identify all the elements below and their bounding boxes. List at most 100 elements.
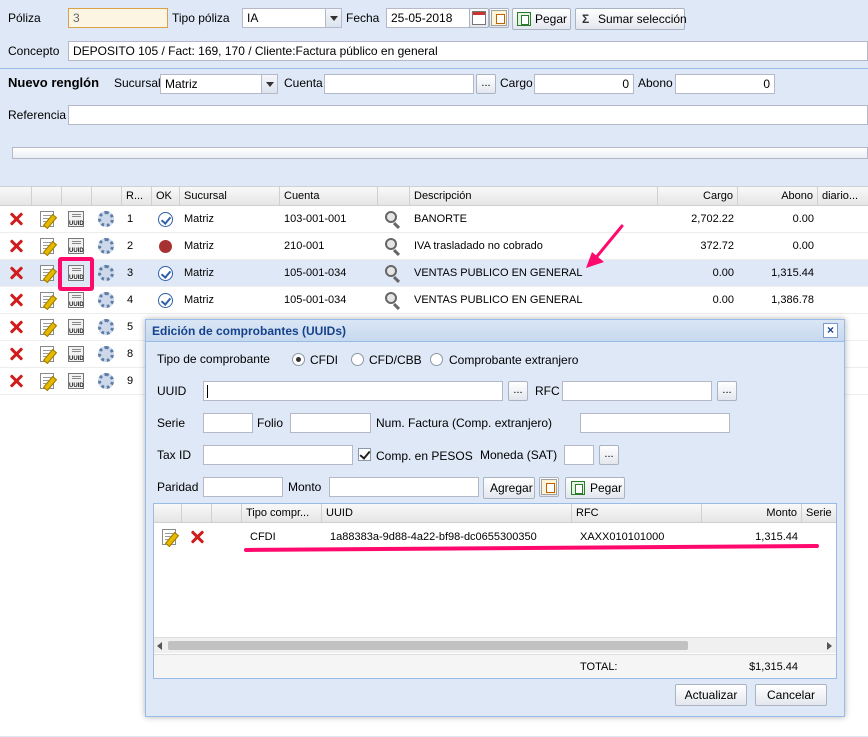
close-icon[interactable]: × xyxy=(823,323,838,338)
serie-input[interactable] xyxy=(203,413,253,433)
delete-icon[interactable] xyxy=(9,374,23,388)
cell-sucursal: Matriz xyxy=(184,294,214,306)
col-header-ok[interactable]: OK xyxy=(152,187,180,206)
chevron-down-icon[interactable] xyxy=(325,9,341,27)
edit-icon[interactable] xyxy=(40,346,54,362)
col-header-serie[interactable]: Serie xyxy=(802,504,836,523)
uuid-icon[interactable]: UUID xyxy=(68,265,84,281)
delete-icon[interactable] xyxy=(9,239,23,253)
uuid-icon[interactable]: UUID xyxy=(68,346,84,362)
calendar-button[interactable] xyxy=(469,8,489,28)
magnifier-icon[interactable] xyxy=(385,292,397,304)
paridad-input[interactable] xyxy=(203,477,283,497)
edit-icon[interactable] xyxy=(40,319,54,335)
delete-icon[interactable] xyxy=(9,293,23,307)
radio-cfd-label[interactable]: CFD/CBB xyxy=(369,353,422,367)
edit-icon[interactable] xyxy=(40,265,54,281)
abono-input[interactable]: 0 xyxy=(675,74,775,94)
col-header-sucursal[interactable]: Sucursal xyxy=(180,187,280,206)
col-header-cuenta[interactable]: Cuenta xyxy=(280,187,378,206)
folio-input[interactable] xyxy=(290,413,371,433)
referencia-input[interactable] xyxy=(68,105,868,125)
actualizar-button[interactable]: Actualizar xyxy=(675,684,747,706)
poliza-input[interactable]: 3 xyxy=(68,8,168,28)
radio-cfd[interactable] xyxy=(351,353,364,366)
col-header-descripcion[interactable]: Descripción xyxy=(410,187,658,206)
cargo-input[interactable]: 0 xyxy=(534,74,634,94)
gear-icon[interactable] xyxy=(98,265,114,281)
col-header-r[interactable]: R... xyxy=(122,187,152,206)
cell-descripcion: BANORTE xyxy=(414,213,467,225)
edit-icon[interactable] xyxy=(162,529,176,545)
uuid-icon[interactable]: UUID xyxy=(68,211,84,227)
sucursal-combo[interactable]: Matriz xyxy=(160,74,278,94)
radio-cfdi-label[interactable]: CFDI xyxy=(310,353,338,367)
uuid-icon[interactable]: UUID xyxy=(68,238,84,254)
cancelar-button[interactable]: Cancelar xyxy=(755,684,827,706)
rfc-lookup-button[interactable]: ... xyxy=(717,381,737,401)
col-header-rfc[interactable]: RFC xyxy=(572,504,702,523)
edit-icon[interactable] xyxy=(40,211,54,227)
delete-icon[interactable] xyxy=(9,320,23,334)
scroll-right-icon[interactable] xyxy=(827,642,832,650)
radio-extranjero[interactable] xyxy=(430,353,443,366)
delete-icon[interactable] xyxy=(190,530,204,544)
num-factura-input[interactable] xyxy=(580,413,730,433)
delete-icon[interactable] xyxy=(9,212,23,226)
table-row[interactable]: UUID 4 Matriz 105-001-034 VENTAS PUBLICO… xyxy=(0,287,868,314)
radio-extranjero-label[interactable]: Comprobante extranjero xyxy=(449,353,578,367)
gear-icon[interactable] xyxy=(98,319,114,335)
sumar-seleccion-button[interactable]: Σ Sumar selección xyxy=(575,8,687,30)
radio-cfdi[interactable] xyxy=(292,353,305,366)
col-header-uuid[interactable]: UUID xyxy=(322,504,572,523)
col-header-abono[interactable]: Abono xyxy=(738,187,818,206)
chevron-down-icon[interactable] xyxy=(261,75,277,93)
uuid-icon[interactable]: UUID xyxy=(68,319,84,335)
col-header-diario[interactable]: diario... xyxy=(818,187,868,206)
monto-input[interactable] xyxy=(329,477,479,497)
magnifier-icon[interactable] xyxy=(385,211,397,223)
copy-button[interactable] xyxy=(539,477,559,497)
edit-icon[interactable] xyxy=(40,373,54,389)
horizontal-scrollbar[interactable] xyxy=(154,637,836,653)
copy-button[interactable] xyxy=(489,8,509,28)
rfc-input[interactable] xyxy=(562,381,712,401)
gear-icon[interactable] xyxy=(98,292,114,308)
moneda-lookup-button[interactable]: ... xyxy=(599,445,619,465)
col-header-cargo[interactable]: Cargo xyxy=(658,187,738,206)
gear-icon[interactable] xyxy=(98,373,114,389)
tax-id-input[interactable] xyxy=(203,445,353,465)
pesos-checkbox[interactable] xyxy=(358,448,371,461)
magnifier-icon[interactable] xyxy=(385,238,397,250)
agregar-button[interactable]: Agregar xyxy=(483,477,535,499)
edit-icon[interactable] xyxy=(40,238,54,254)
col-header-tipo[interactable]: Tipo compr... xyxy=(242,504,322,523)
concepto-input[interactable]: DEPOSITO 105 / Fact: 169, 170 / Cliente:… xyxy=(68,41,868,61)
uuid-input[interactable] xyxy=(203,381,503,401)
uuid-lookup-button[interactable]: ... xyxy=(508,381,528,401)
uuid-icon[interactable]: UUID xyxy=(68,292,84,308)
gear-icon[interactable] xyxy=(98,238,114,254)
pegar-button[interactable]: Pegar xyxy=(565,477,625,499)
fecha-input[interactable]: 25-05-2018 xyxy=(386,8,470,28)
cuenta-input[interactable] xyxy=(324,74,474,94)
scroll-thumb[interactable] xyxy=(168,641,688,650)
magnifier-icon[interactable] xyxy=(385,265,397,277)
table-row[interactable]: UUID 2 Matriz 210-001 IVA trasladado no … xyxy=(0,233,868,260)
cuenta-lookup-button[interactable]: ... xyxy=(476,74,496,94)
gear-icon[interactable] xyxy=(98,211,114,227)
uuid-icon[interactable]: UUID xyxy=(68,373,84,389)
col-header-monto[interactable]: Monto xyxy=(702,504,802,523)
delete-icon[interactable] xyxy=(9,347,23,361)
delete-icon[interactable] xyxy=(9,266,23,280)
moneda-input[interactable] xyxy=(564,445,594,465)
gear-icon[interactable] xyxy=(98,346,114,362)
cell-uuid: 1a88383a-9d88-4a22-bf98-dc0655300350 xyxy=(330,531,537,543)
scroll-left-icon[interactable] xyxy=(157,642,162,650)
table-row[interactable]: UUID 1 Matriz 103-001-001 BANORTE 2,702.… xyxy=(0,206,868,233)
table-row[interactable]: UUID 3 Matriz 105-001-034 VENTAS PUBLICO… xyxy=(0,257,868,291)
pegar-button[interactable]: Pegar xyxy=(512,8,571,30)
edit-icon[interactable] xyxy=(40,292,54,308)
tipo-poliza-combo[interactable]: IA xyxy=(242,8,342,28)
total-row: TOTAL: $1,315.44 xyxy=(154,654,836,678)
